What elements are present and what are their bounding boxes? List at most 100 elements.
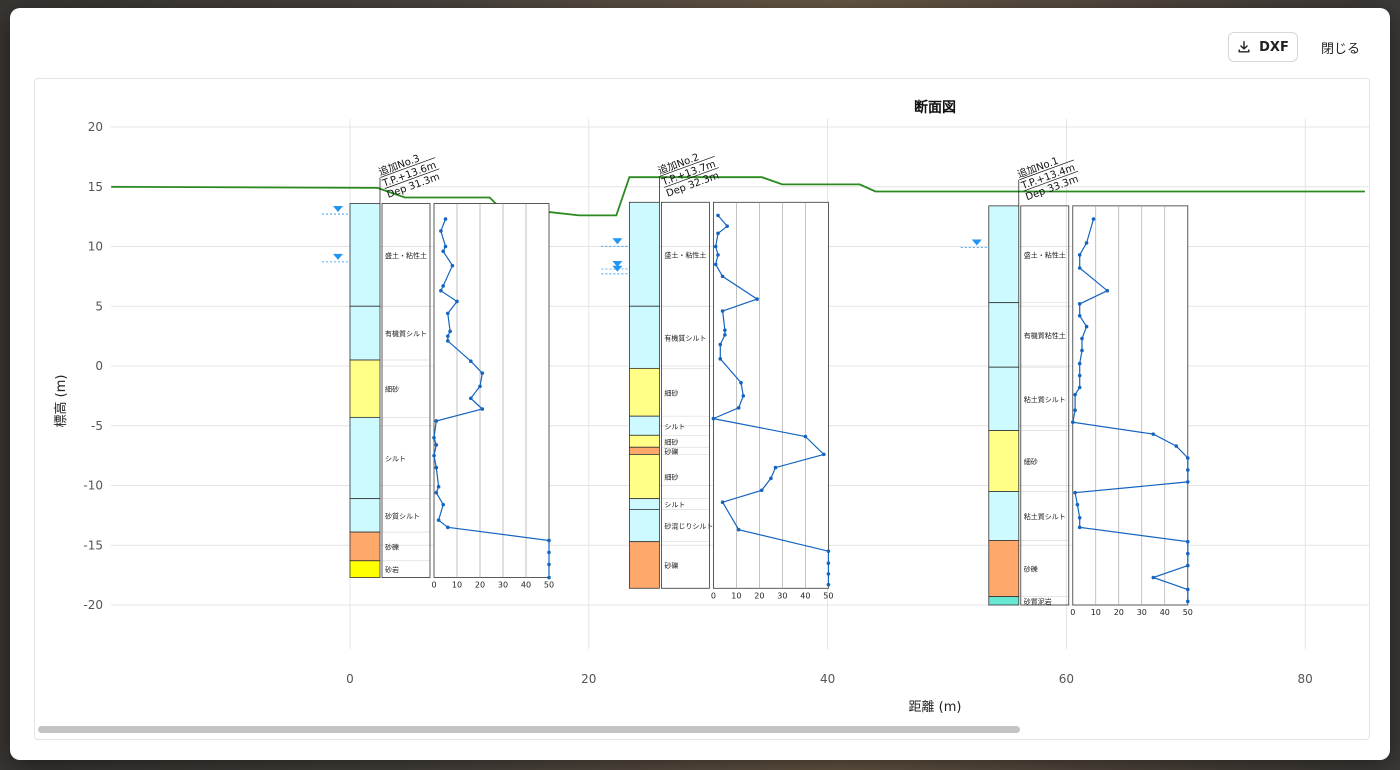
horizontal-scrollbar[interactable]: [34, 724, 1368, 736]
n-value-point: [1185, 480, 1190, 484]
n-value-tick-label: 0: [711, 591, 716, 600]
n-value-point: [773, 465, 778, 470]
n-value-tick-label: 50: [823, 591, 833, 600]
n-value-tick-label: 30: [1137, 608, 1147, 617]
borehole-label: 追加No.2T.P.+13.7mDep 32.3m: [656, 150, 721, 199]
n-value-point: [1091, 217, 1096, 221]
chart-title: 断面図: [914, 99, 956, 116]
n-value-point: [723, 333, 727, 337]
x-tick-label: 20: [581, 672, 596, 686]
n-value-tick-label: 20: [754, 591, 764, 600]
download-icon: [1238, 41, 1250, 53]
n-value-point: [718, 357, 723, 361]
water-level-marker: [971, 239, 982, 246]
cross-section-chart: 20151050-5-10-15-200 20 40 60 80 盛土・粘性土有機質シル…: [53, 99, 1369, 715]
x-tick-label: 40: [820, 672, 835, 686]
n-value-point: [1077, 253, 1082, 257]
n-value-point: [1080, 348, 1084, 353]
stratum-label: 砂礫: [385, 542, 399, 551]
n-value-point: [1077, 373, 1082, 378]
stratum-label: 細砂: [1024, 457, 1038, 466]
n-value-point: [434, 490, 439, 495]
stratum-label: 砂質シルト: [385, 511, 420, 520]
n-value-tick-label: 40: [1160, 608, 1170, 617]
stratum-layer: [628, 541, 660, 589]
stratum-label: 細砂: [664, 437, 678, 446]
stratum-layer: [349, 560, 381, 578]
n-value-panel: [1072, 205, 1189, 606]
stratum-label: 有機質粘性土: [1024, 331, 1066, 340]
n-value-tick-label: 20: [1114, 608, 1124, 617]
stratum-layer: [628, 415, 660, 436]
n-value-point: [1174, 444, 1179, 448]
borehole-label: 追加No.3T.P.+13.6mDep 31.3m: [377, 151, 442, 200]
n-value-point: [1073, 408, 1077, 413]
borehole-3: 盛土・粘性土有機質粘性土粘土質シルト細砂粘土質シルト砂礫砂質泥岩0 10 20 30 4…: [960, 154, 1193, 617]
cross-section-dialog: DXF 閉じる 20 15 10 5 0 -5 -10 -15 -20 0 20 40 60 80 盛土・…: [10, 8, 1390, 760]
stratum-layer: [988, 491, 1020, 541]
stratum-layer: [349, 531, 381, 562]
y-tick-label: -15: [83, 538, 103, 552]
stratum-label: 砂礫: [1024, 565, 1038, 574]
n-value-point: [547, 562, 551, 567]
borehole-label: 追加No.1T.P.+13.4mDep 33.3m: [1015, 154, 1080, 203]
n-value-point: [439, 288, 443, 293]
stratum-layer: [988, 540, 1020, 598]
n-value-point: [443, 244, 448, 249]
stratum-layer: [988, 366, 1020, 431]
stratum-layer: [628, 305, 660, 369]
dxf-download-button[interactable]: DXF: [1228, 32, 1298, 62]
n-value-point: [716, 231, 720, 236]
scrollbar-thumb[interactable]: [38, 726, 1020, 733]
x-axis-label: 距離 (m): [909, 700, 962, 715]
stratum-label: 有機質シルト: [385, 329, 427, 338]
stratum-layer: [349, 498, 381, 533]
n-value-panel: [433, 203, 550, 578]
n-value-point: [436, 484, 441, 489]
n-value-point: [759, 488, 764, 493]
stratum-label: 砂礫: [664, 561, 678, 570]
boreholes: 盛土・粘性土有機質シルト細砂シルト砂質シルト砂礫砂岩0 10 20 30 40 50追加N…: [322, 150, 1193, 617]
n-value-point: [446, 525, 450, 530]
n-value-point: [547, 550, 551, 555]
n-value-tick-label: 40: [521, 581, 531, 590]
stratum-layer: [628, 434, 660, 448]
n-value-point: [769, 476, 773, 481]
n-value-point: [718, 342, 723, 347]
y-tick-label: -20: [83, 598, 103, 612]
n-value-point: [713, 244, 718, 249]
x-tick-label: 0: [346, 672, 354, 686]
n-value-point: [1077, 385, 1082, 390]
stratum-label: 粘土質シルト: [1024, 395, 1066, 404]
n-value-point: [480, 371, 485, 375]
n-value-point: [725, 224, 729, 228]
stratum-layer: [628, 446, 660, 455]
water-level-marker: [333, 206, 343, 213]
n-value-point: [432, 453, 436, 458]
close-button[interactable]: 閉じる: [1321, 38, 1360, 57]
n-value-point: [1185, 456, 1190, 460]
stratum-layer: [349, 305, 381, 361]
x-tick-label: 80: [1298, 672, 1313, 686]
n-value-point: [1073, 490, 1077, 495]
y-tick-label: 20: [88, 120, 103, 134]
dxf-label: DXF: [1259, 39, 1289, 55]
stratum-label: 細砂: [664, 473, 678, 482]
stratum-layer: [349, 359, 381, 418]
stratum-label: シルト: [664, 423, 685, 431]
n-value-point: [446, 339, 450, 343]
n-value-point: [1077, 314, 1082, 318]
n-value-point: [1070, 420, 1075, 424]
water-level-marker: [612, 238, 623, 245]
n-value-point: [441, 249, 446, 254]
n-value-point: [1084, 324, 1089, 329]
n-value-point: [723, 328, 727, 332]
stratum-label: 砂岩: [385, 565, 399, 574]
n-value-point: [455, 299, 459, 304]
y-tick-label: 5: [95, 299, 103, 313]
stratum-layer: [349, 203, 381, 307]
n-value-point: [826, 561, 831, 565]
n-value-point: [720, 309, 725, 313]
n-value-point: [1077, 361, 1082, 366]
stratum-layer: [628, 367, 660, 417]
